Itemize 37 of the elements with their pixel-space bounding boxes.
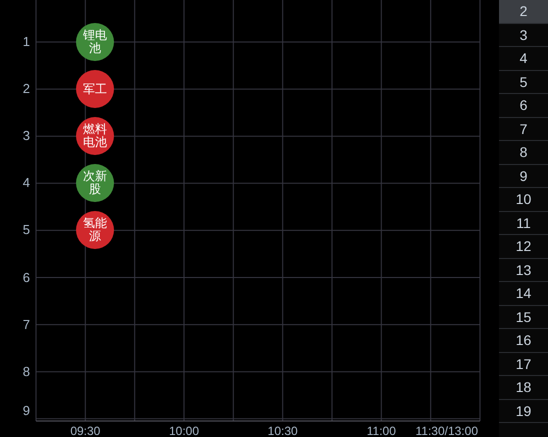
rank-axis-label: 1 [22, 34, 30, 50]
rank-list-item[interactable]: 7 [499, 118, 548, 141]
rank-axis-label: 8 [22, 364, 30, 380]
rank-list-item[interactable]: 17 [499, 352, 548, 376]
rank-axis-label: 7 [22, 316, 30, 333]
rank-list-item[interactable]: 9 [499, 164, 548, 188]
rank-list-item[interactable]: 13 [499, 258, 548, 282]
sector-bubble[interactable]: 燃料电池 [76, 117, 114, 156]
rank-axis-label: 4 [22, 175, 30, 192]
rank-list-item[interactable]: 18 [499, 376, 548, 400]
rank-list-item[interactable]: 4 [499, 47, 548, 70]
rank-axis-label: 9 [22, 403, 30, 419]
rank-axis-label: 3 [22, 128, 30, 144]
sector-bubble[interactable]: 锂电池 [76, 23, 114, 61]
sector-bubble[interactable]: 氢能源 [76, 211, 114, 250]
rank-axis-label: 6 [22, 270, 30, 286]
rank-list-item[interactable]: 5 [499, 70, 548, 94]
time-axis-label: 10:00 [168, 424, 200, 437]
time-axis-label: 11:00 [366, 424, 396, 437]
rank-list-item[interactable]: 15 [499, 306, 548, 329]
time-axis-label: 09:30 [70, 424, 100, 437]
rank-list-item[interactable]: 8 [499, 141, 548, 164]
sector-bubble[interactable]: 次新股 [76, 164, 114, 202]
rank-list-item[interactable]: 12 [499, 235, 548, 258]
time-axis-label: 10:30 [268, 424, 298, 437]
rank-list-item[interactable]: 6 [499, 94, 548, 118]
rank-axis-label: 5 [22, 222, 30, 238]
sector-bubble[interactable]: 军工 [76, 70, 114, 108]
rank-list-item[interactable]: 11 [499, 212, 548, 235]
rank-list-item[interactable]: 10 [499, 188, 548, 212]
time-axis-label: 11:30/13:00 [415, 424, 478, 437]
rank-list-item[interactable]: 3 [499, 24, 548, 47]
rank-list-item[interactable]: 19 [499, 400, 548, 423]
rank-axis-label: 2 [22, 81, 30, 98]
rank-list-item[interactable]: 14 [499, 282, 548, 306]
rank-list-item[interactable]: 16 [499, 329, 548, 352]
rank-list-item[interactable]: 2 [499, 0, 548, 24]
